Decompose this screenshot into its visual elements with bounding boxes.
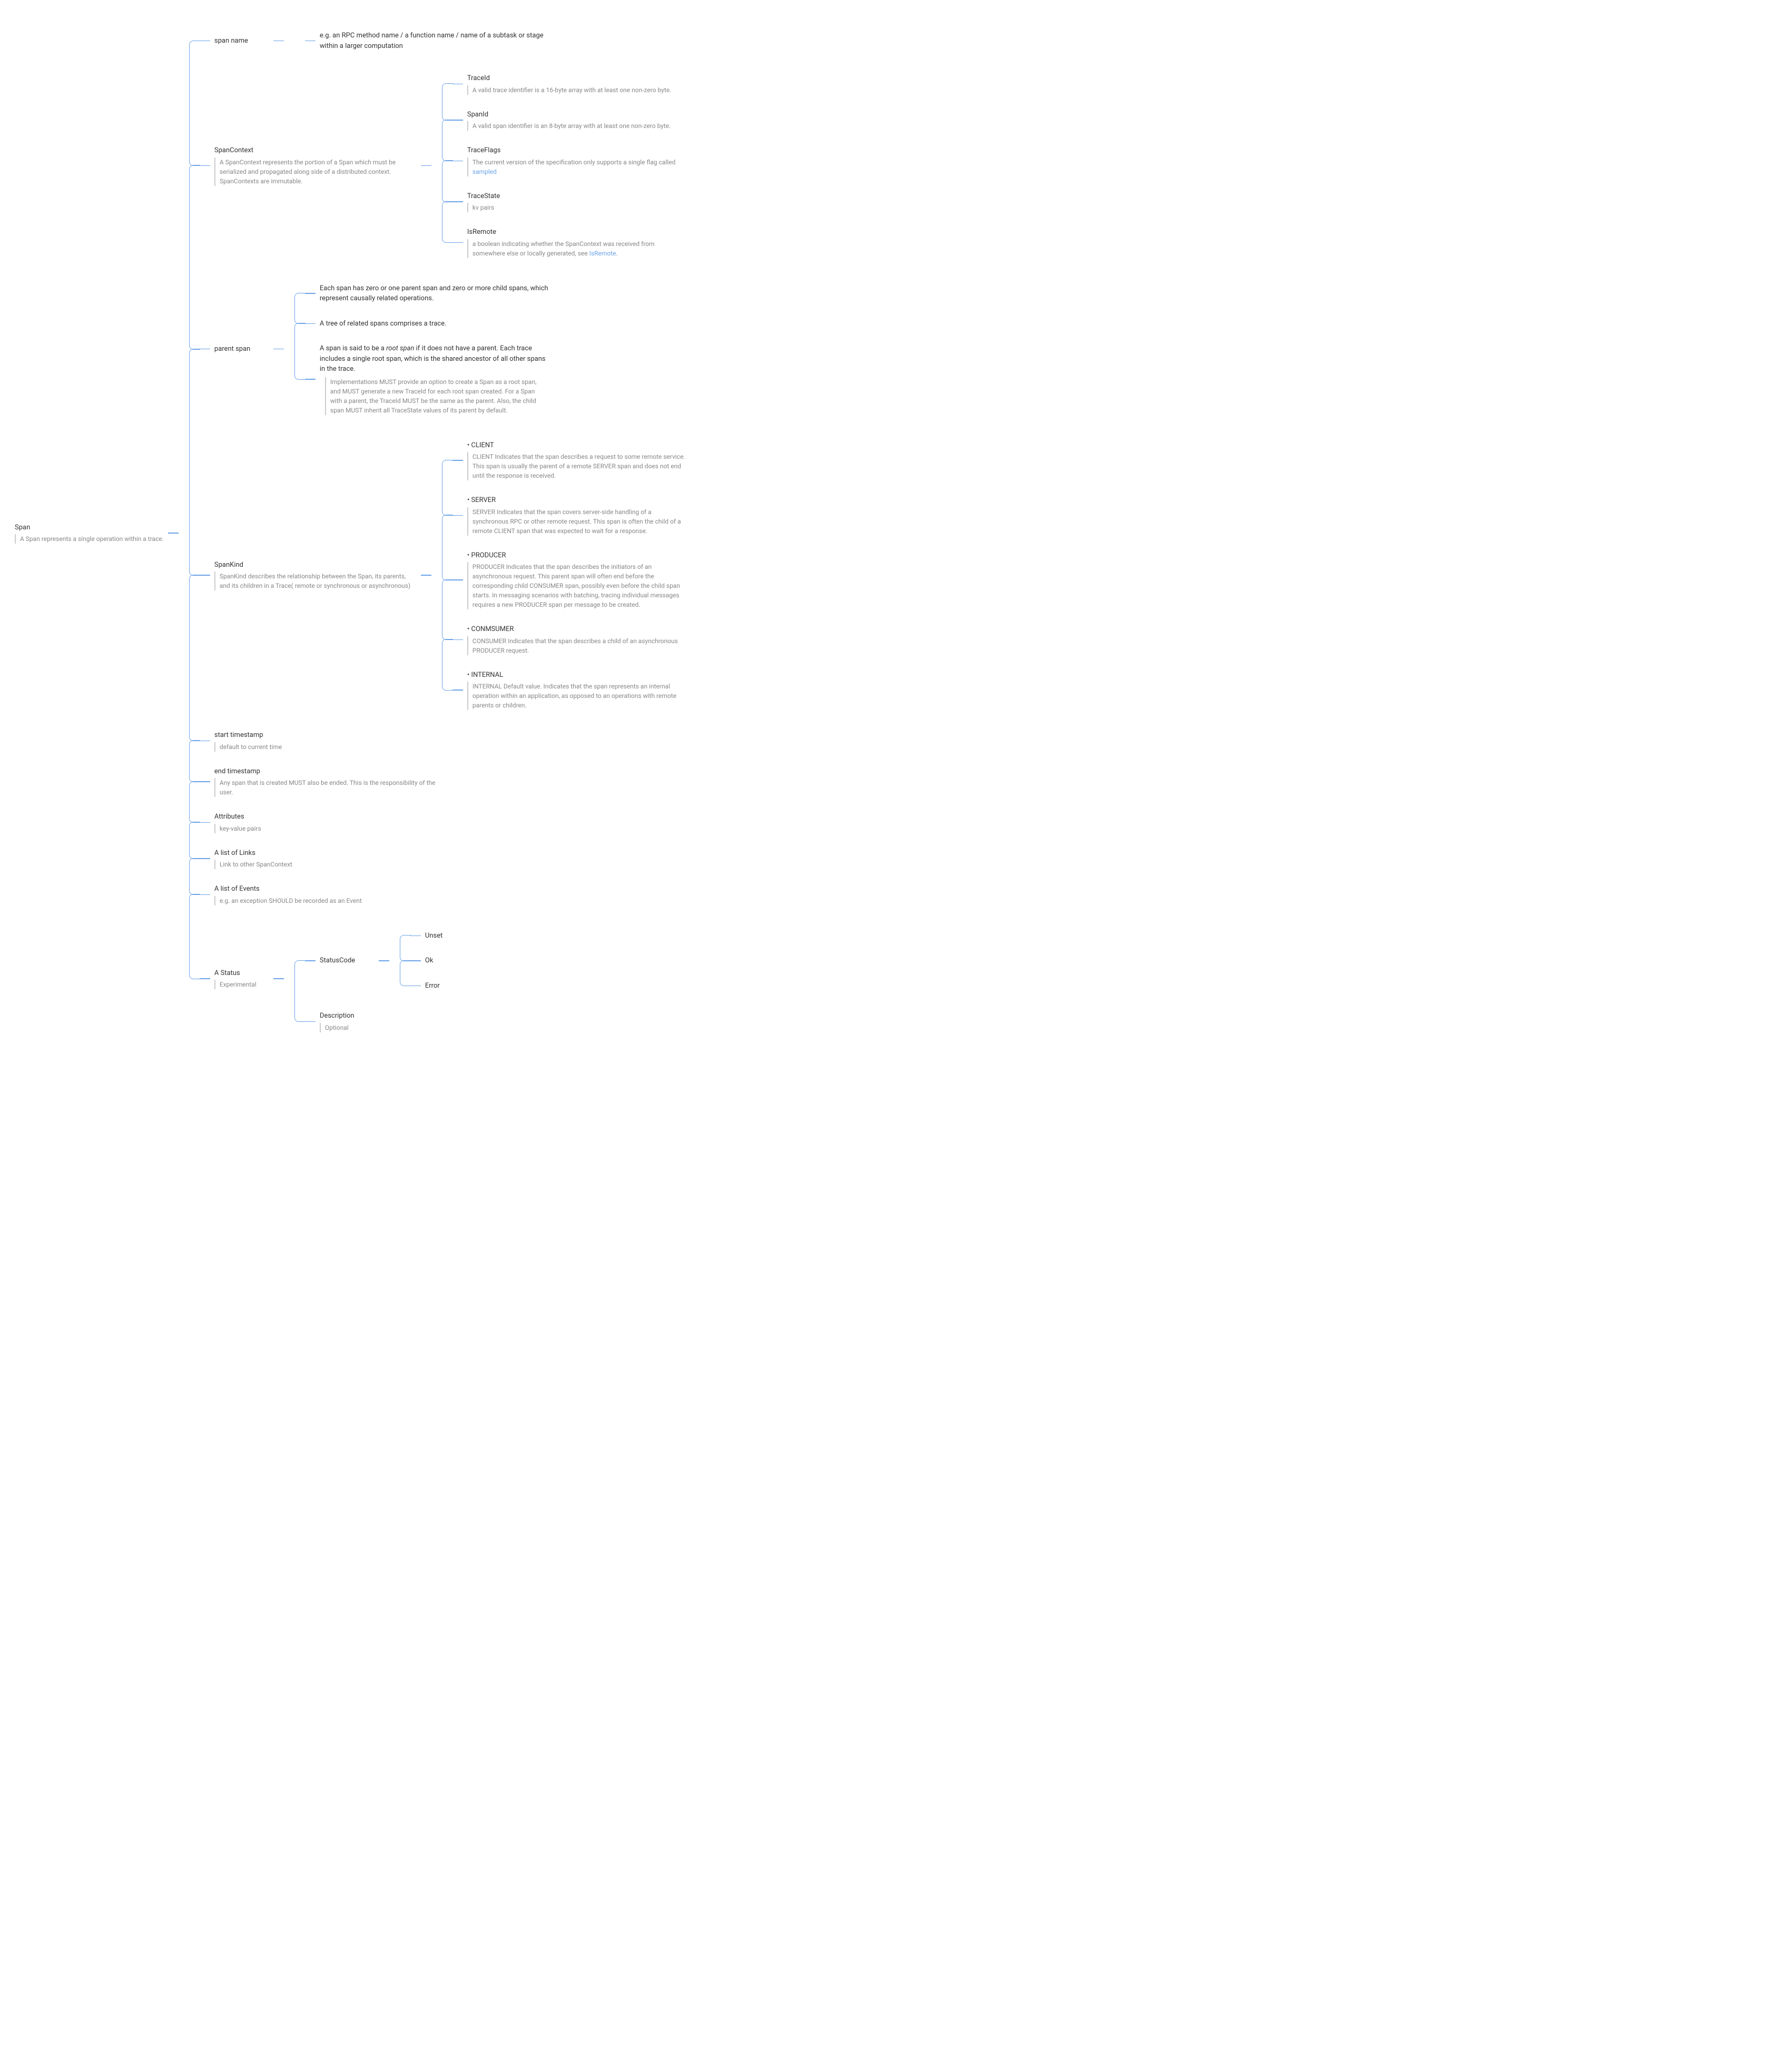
node-span[interactable]: Span A Span represents a single operatio… bbox=[11, 21, 693, 1045]
node-parent-span[interactable]: parent span Each span has zero or one pa… bbox=[210, 276, 553, 422]
node-status-code[interactable]: StatusCode Unset Ok Error bbox=[316, 923, 484, 999]
mindmap-root: Span A Span represents a single operatio… bbox=[11, 21, 1781, 1045]
node-traceid[interactable]: TraceIdA valid trace identifier is a 16-… bbox=[463, 71, 675, 97]
span-title: Span bbox=[15, 523, 164, 533]
node-status-unset[interactable]: Unset bbox=[421, 929, 484, 943]
node-spankind-internal[interactable]: INTERNALINTERNAL Default value. Indicate… bbox=[463, 668, 693, 713]
node-spankind-producer[interactable]: PRODUCERPRODUCER Indicates that the span… bbox=[463, 548, 693, 612]
node-spanid[interactable]: SpanIdA valid span identifier is an 8-by… bbox=[463, 107, 675, 133]
parent-span-note-3-sub: Implementations MUST provide an option t… bbox=[325, 377, 546, 415]
node-status-ok[interactable]: Ok bbox=[421, 953, 484, 968]
isremote-link[interactable]: IsRemote bbox=[589, 250, 616, 257]
parent-span-note-3: A span is said to be a root span if it d… bbox=[320, 343, 548, 375]
node-span-context[interactable]: SpanContext A SpanContext represents the… bbox=[210, 66, 693, 265]
span-name-example: e.g. an RPC method name / a function nam… bbox=[320, 31, 548, 51]
node-end-timestamp[interactable]: end timestampAny span that is created MU… bbox=[210, 764, 440, 800]
node-tracestate[interactable]: TraceStatekv pairs bbox=[463, 189, 526, 215]
node-spankind-server[interactable]: SERVERSERVER Indicates that the span cov… bbox=[463, 493, 693, 538]
node-status[interactable]: A Status Experimental StatusCode Unset O… bbox=[210, 918, 484, 1040]
node-span-name[interactable]: span name e.g. an RPC method name / a fu… bbox=[210, 26, 553, 55]
node-isremote[interactable]: IsRemotea boolean indicating whether the… bbox=[463, 225, 693, 260]
node-status-error[interactable]: Error bbox=[421, 979, 484, 993]
span-desc: A Span represents a single operation wit… bbox=[15, 534, 164, 544]
node-traceflags[interactable]: TraceFlagsThe current version of the spe… bbox=[463, 143, 693, 179]
node-events[interactable]: A list of Eventse.g. an exception SHOULD… bbox=[210, 882, 366, 908]
node-spankind-consumer[interactable]: CONMSUMERCONSUMER Indicates that the spa… bbox=[463, 622, 693, 657]
node-spankind-client[interactable]: CLIENTCLIENT Indicates that the span des… bbox=[463, 438, 693, 483]
node-status-description[interactable]: DescriptionOptional bbox=[316, 1009, 379, 1035]
sampled-link[interactable]: sampled bbox=[472, 168, 497, 175]
parent-span-note-2: A tree of related spans comprises a trac… bbox=[320, 319, 447, 329]
node-links[interactable]: A list of LinksLink to other SpanContext bbox=[210, 846, 297, 872]
node-attributes[interactable]: Attributeskey-value pairs bbox=[210, 810, 273, 835]
node-span-kind[interactable]: SpanKind SpanKind describes the relation… bbox=[210, 433, 693, 718]
parent-span-note-1: Each span has zero or one parent span an… bbox=[320, 283, 548, 304]
node-start-timestamp[interactable]: start timestampdefault to current time bbox=[210, 728, 286, 754]
